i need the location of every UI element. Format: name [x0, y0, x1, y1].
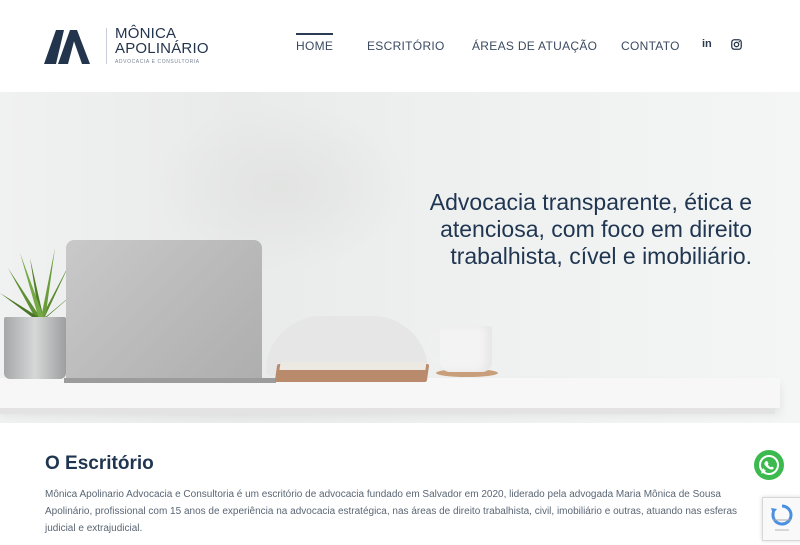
whatsapp-icon[interactable]: [754, 450, 784, 480]
nav-home[interactable]: HOME: [296, 33, 334, 53]
logo-name-line1: MÔNICA: [115, 25, 177, 42]
hero-headline: Advocacia transparente, ética e atencios…: [429, 189, 752, 269]
about-body: Mônica Apolinario Advocacia e Consultori…: [45, 489, 738, 534]
site-logo[interactable]: MÔNICA APOLINÁRIO ADVOCACIA E CONSULTORI…: [44, 26, 209, 65]
nav-contato[interactable]: CONTATO: [621, 39, 680, 53]
logo-mark-icon: [44, 30, 90, 64]
logo-tagline: ADVOCACIA E CONSULTORIA: [115, 59, 200, 65]
nav-escritorio[interactable]: ESCRITÓRIO: [367, 39, 445, 53]
site-header: MÔNICA APOLINÁRIO ADVOCACIA E CONSULTORI…: [0, 0, 800, 92]
nav-areas-de-atuacao[interactable]: ÁREAS DE ATUAÇÃO: [472, 39, 597, 53]
logo-name-line2: APOLINÁRIO: [115, 40, 209, 57]
laptop-base: [64, 378, 276, 383]
instagram-icon[interactable]: [731, 39, 742, 53]
notebook-pages: [279, 362, 427, 370]
plant-pot: [4, 317, 66, 379]
recaptcha-icon[interactable]: [762, 497, 800, 541]
logo-text: MÔNICA APOLINÁRIO ADVOCACIA E CONSULTORI…: [115, 26, 209, 65]
linkedin-icon[interactable]: in: [702, 38, 712, 50]
desk-edge: [0, 408, 775, 414]
logo-divider: [106, 28, 107, 64]
coffee-cup-image: [440, 326, 492, 372]
hero-banner: Advocacia transparente, ética e atencios…: [0, 92, 800, 423]
about-title: O Escritório: [45, 453, 154, 474]
laptop-image: [66, 240, 262, 380]
